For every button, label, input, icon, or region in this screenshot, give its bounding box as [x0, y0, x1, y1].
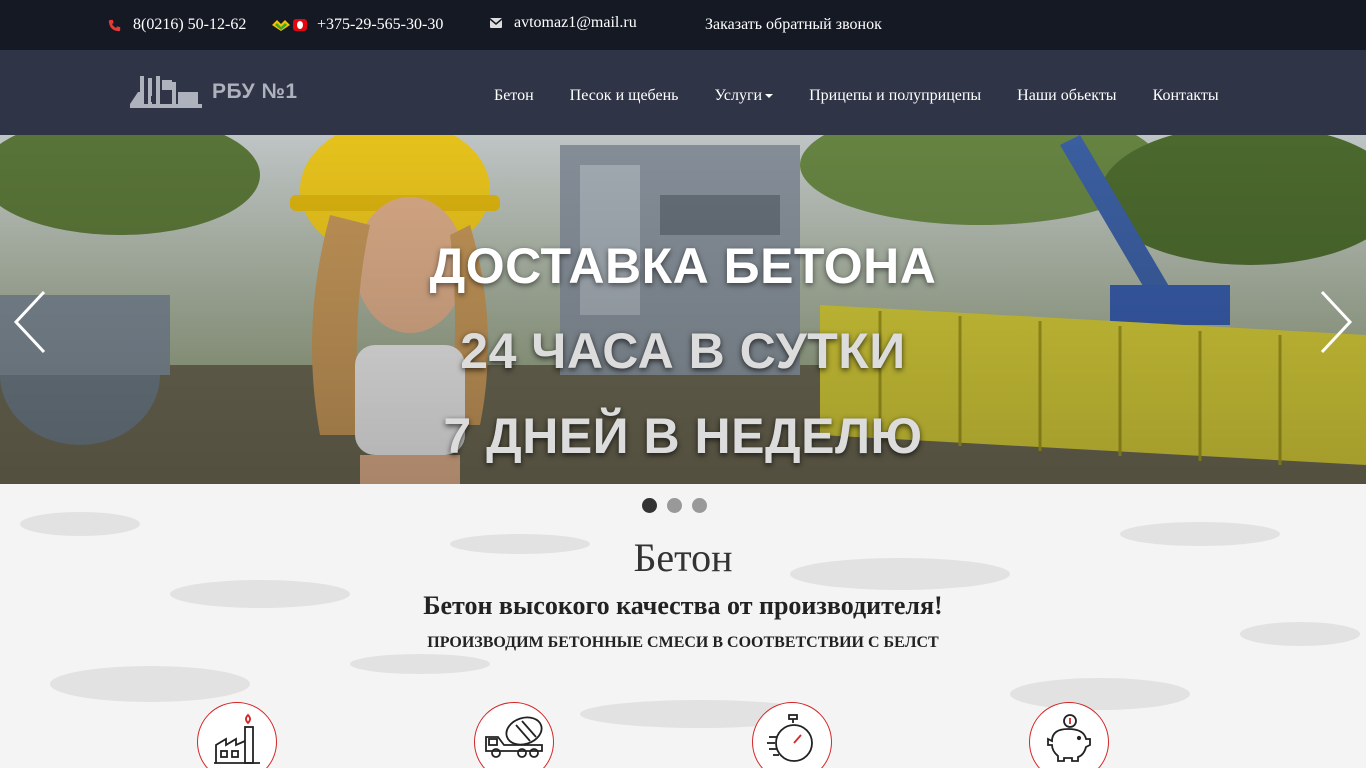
slider-indicators: [0, 498, 1366, 513]
piggy-bank-icon: [1047, 714, 1091, 762]
mobile-phone[interactable]: +375-29-565-30-30: [271, 0, 443, 50]
caret-down-icon: [765, 93, 774, 98]
slider-next-button[interactable]: [1316, 290, 1356, 354]
slider-dot-2[interactable]: [666, 498, 682, 513]
top-contact-bar: 8(0216) 50-12-62 +375-29-565-30-30 avtom…: [0, 0, 1366, 50]
nav-item-contacts[interactable]: Контакты: [1153, 87, 1219, 105]
slider-prev-button[interactable]: [10, 290, 50, 354]
section-subtitle: Бетон высокого качества от производителя…: [423, 591, 943, 620]
email-address: avtomaz1@mail.ru: [514, 14, 637, 31]
slider-dot-3[interactable]: [691, 498, 707, 513]
nav-item-services[interactable]: Услуги: [714, 86, 774, 105]
mobile-operators-icon: [271, 18, 309, 32]
concrete-plant-logo-icon: [130, 76, 202, 108]
slider-dot-1[interactable]: [641, 498, 657, 513]
slide-line-2: 24 ЧАСА В СУТКИ: [460, 323, 906, 379]
feature-delivery: [474, 702, 554, 768]
landline-phone-number: 8(0216) 50-12-62: [133, 16, 247, 33]
section-tagline: ПРОИЗВОДИМ БЕТОННЫЕ СМЕСИ В СООТВЕТСТВИИ…: [427, 634, 939, 651]
slide-line-3: 7 ДНЕЙ В НЕДЕЛЮ: [443, 408, 923, 464]
envelope-icon: [490, 18, 502, 28]
concrete-mixer-truck-icon: [485, 716, 543, 758]
callback-request-link[interactable]: Заказать обратный звонок: [705, 0, 882, 50]
factory-icon: [214, 713, 260, 764]
site-logo[interactable]: РБУ №1: [128, 74, 298, 110]
slide-headline: ДОСТАВКА БЕТОНА: [429, 238, 937, 294]
mobile-phone-number: +375-29-565-30-30: [317, 16, 444, 33]
landline-phone[interactable]: 8(0216) 50-12-62: [108, 0, 246, 50]
callback-label: Заказать обратный звонок: [705, 16, 882, 33]
logo-text: РБУ №1: [212, 80, 298, 103]
main-navbar: РБУ №1 Бетон Песок и щебень Услуги Прице…: [0, 50, 1366, 135]
phone-icon: [108, 19, 121, 32]
main-menu: Бетон Песок и щебень Услуги Прицепы и по…: [494, 50, 1219, 135]
nav-item-services-label: Услуги: [714, 86, 763, 104]
chevron-right-icon: [1320, 290, 1353, 354]
nav-item-beton[interactable]: Бетон: [494, 87, 534, 105]
section-title: Бетон: [633, 535, 733, 580]
chevron-left-icon: [13, 290, 46, 354]
email-contact[interactable]: avtomaz1@mail.ru: [490, 0, 637, 48]
hero-slider: ДОСТАВКА БЕТОНА 24 ЧАСА В СУТКИ 7 ДНЕЙ В…: [0, 135, 1366, 484]
nav-item-trailers[interactable]: Прицепы и полуприцепы: [809, 87, 981, 105]
nav-item-our-objects[interactable]: Наши обьекты: [1017, 87, 1116, 105]
nav-item-sand-gravel[interactable]: Песок и щебень: [570, 87, 679, 105]
stopwatch-icon: [767, 714, 813, 762]
